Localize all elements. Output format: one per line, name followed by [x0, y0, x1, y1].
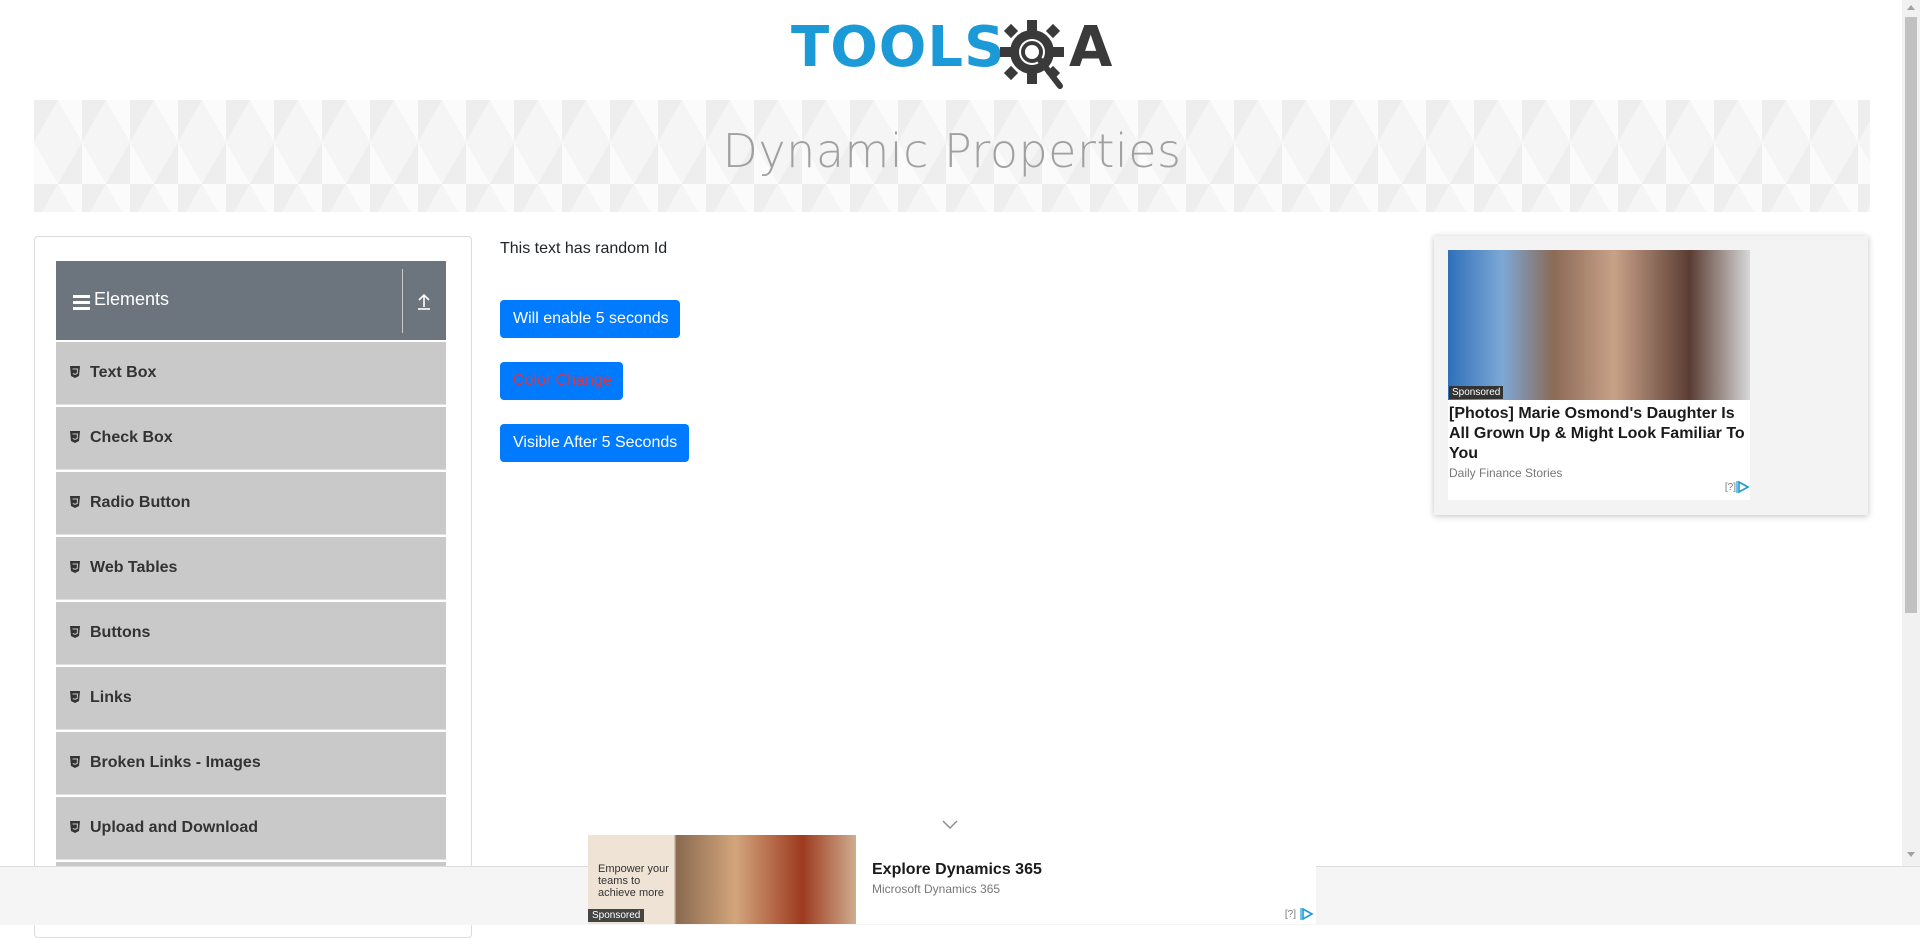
- color-change-button[interactable]: Color Change: [500, 362, 623, 400]
- html5-shield-icon: [70, 366, 80, 378]
- sponsored-label: Sponsored: [588, 909, 645, 922]
- sidebar-item-label: Web Tables: [90, 559, 178, 576]
- gear-magnifier-icon: [1000, 20, 1064, 89]
- ad-bottom-tagline: Empower your teams to achieve more: [598, 863, 669, 899]
- scrollbar-thumb[interactable]: [1905, 17, 1917, 613]
- sidebar-group-title: Elements: [94, 289, 170, 309]
- ad-source: Daily Finance Stories: [1449, 466, 1563, 480]
- html5-shield-icon: [70, 496, 80, 508]
- html5-shield-icon: [70, 691, 80, 703]
- sidebar-item-label: Text Box: [90, 364, 157, 381]
- sidebar-item-label: Upload and Download: [90, 819, 258, 836]
- sidebar-item-label: Radio Button: [90, 494, 191, 511]
- sidebar-item-broken-links[interactable]: Broken Links - Images: [56, 732, 446, 795]
- toolsqa-logo[interactable]: TOOLS A: [791, 14, 1115, 92]
- page-title: Dynamic Properties: [722, 124, 1182, 178]
- sidebar-item-label: Buttons: [90, 624, 151, 641]
- sidebar-group-elements[interactable]: Elements: [56, 261, 446, 340]
- html5-shield-icon: [70, 431, 80, 443]
- page-banner: Dynamic Properties: [34, 100, 1870, 212]
- html5-shield-icon: [70, 821, 80, 833]
- scroll-down-arrow-icon[interactable]: [1907, 852, 1915, 858]
- upload-arrow-icon[interactable]: [416, 291, 432, 311]
- logo-text-a: A: [1069, 15, 1113, 80]
- ad-help-link[interactable]: [?]: [1725, 482, 1736, 493]
- scroll-up-arrow-icon[interactable]: [1907, 4, 1915, 10]
- html5-shield-icon: [70, 561, 80, 573]
- sidebar-item-label: Check Box: [90, 429, 173, 446]
- ad-headline[interactable]: [Photos] Marie Osmond's Daughter Is All …: [1449, 404, 1749, 464]
- ad-bottom-title[interactable]: Explore Dynamics 365: [872, 861, 1042, 879]
- hamburger-icon: [73, 295, 90, 310]
- sidebar-item-buttons[interactable]: Buttons: [56, 602, 446, 665]
- sidebar-item-text-box[interactable]: Text Box: [56, 342, 446, 405]
- sponsored-ad-right[interactable]: Sponsored [Photos] Marie Osmond's Daught…: [1434, 236, 1868, 515]
- ad-image[interactable]: [1448, 250, 1750, 400]
- sidebar-item-label: Broken Links - Images: [90, 754, 261, 771]
- enable-after-button[interactable]: Will enable 5 seconds: [500, 300, 680, 338]
- sponsored-ad-bottom[interactable]: Empower your teams to achieve more Spons…: [588, 835, 1316, 924]
- logo-text-tools: TOOLS: [791, 15, 1006, 80]
- ad-bottom-source: Microsoft Dynamics 365: [872, 882, 1001, 896]
- html5-shield-icon: [70, 626, 80, 638]
- sidebar-menu-list: Text Box Check Box Radio Button Web Tabl…: [56, 342, 446, 927]
- sidebar-item-label: Links: [90, 689, 132, 706]
- adchoices-icon[interactable]: [1300, 907, 1314, 921]
- chevron-down-icon[interactable]: [942, 820, 958, 830]
- ad-card[interactable]: Sponsored [Photos] Marie Osmond's Daught…: [1448, 250, 1750, 500]
- sidebar-item-check-box[interactable]: Check Box: [56, 407, 446, 470]
- sidebar-item-web-tables[interactable]: Web Tables: [56, 537, 446, 600]
- sidebar-item-radio-button[interactable]: Radio Button: [56, 472, 446, 535]
- page-scrollbar[interactable]: [1902, 0, 1920, 866]
- sidebar-item-upload-download[interactable]: Upload and Download: [56, 797, 446, 860]
- site-header: TOOLS A: [0, 0, 1900, 98]
- sponsored-label: Sponsored: [1449, 386, 1504, 399]
- adchoices-icon[interactable]: [1736, 480, 1750, 494]
- html5-shield-icon: [70, 756, 80, 768]
- sidebar-item-links[interactable]: Links: [56, 667, 446, 730]
- ad-help-link[interactable]: [?]: [1285, 909, 1296, 920]
- random-id-text: This text has random Id: [500, 240, 668, 257]
- visible-after-button[interactable]: Visible After 5 Seconds: [500, 424, 689, 462]
- header-divider: [402, 269, 403, 333]
